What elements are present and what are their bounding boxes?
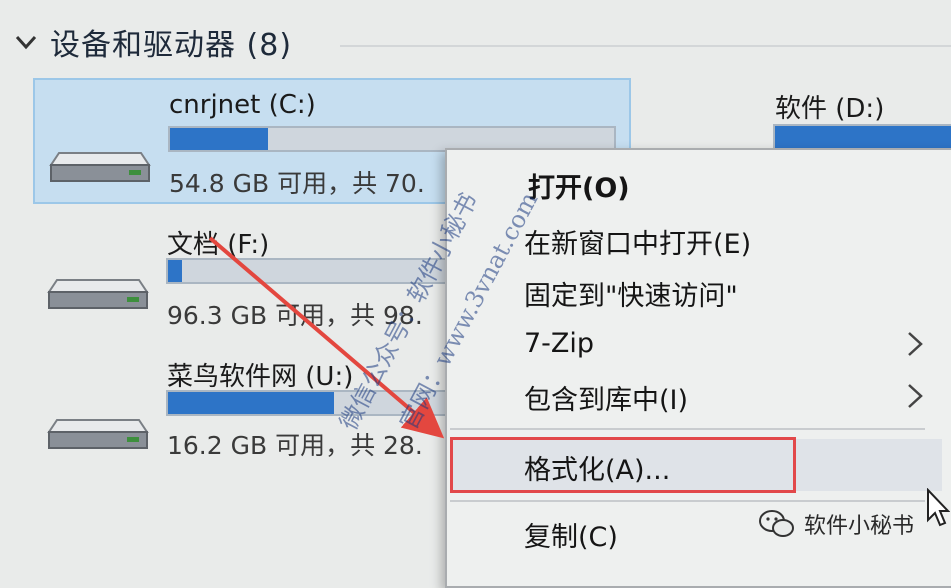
mouse-cursor-icon — [927, 488, 950, 527]
source-badge: 软件小秘书 — [758, 508, 914, 540]
wechat-icon — [759, 510, 794, 537]
badge-label: 软件小秘书 — [804, 514, 915, 539]
